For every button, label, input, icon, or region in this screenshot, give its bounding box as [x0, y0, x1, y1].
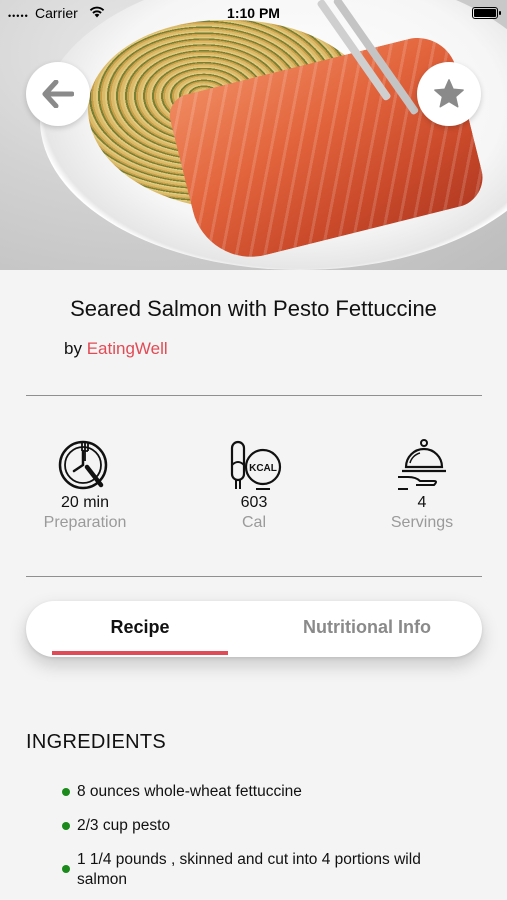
ingredients-list: 8 ounces whole-wheat fettuccine 2/3 cup …: [62, 782, 462, 900]
favorite-button[interactable]: [417, 62, 481, 126]
stat-label: Preparation: [43, 514, 127, 531]
active-tab-indicator: [52, 651, 228, 655]
stat-value: 20 min: [60, 494, 110, 511]
kcal-icon: KCAL: [230, 440, 282, 490]
back-button[interactable]: [26, 62, 90, 126]
stat-calories: KCAL 603 Cal: [184, 437, 324, 533]
author-link[interactable]: EatingWell: [87, 339, 168, 358]
stat-label: Servings: [390, 514, 454, 531]
list-item: 2/3 cup pesto: [62, 816, 462, 836]
battery-icon: [472, 7, 501, 19]
stat-label: Cal: [241, 514, 266, 531]
tab-recipe[interactable]: Recipe: [52, 601, 228, 657]
by-prefix: by: [64, 339, 82, 358]
stat-servings: 4 Servings: [352, 437, 492, 533]
status-bar: ••••• Carrier 1:10 PM: [0, 0, 507, 26]
recipe-tab-bar: Recipe Nutritional Info: [26, 601, 482, 657]
svg-text:KCAL: KCAL: [249, 463, 277, 474]
divider: [26, 395, 482, 396]
ingredient-text: 8 ounces whole-wheat fettuccine: [77, 783, 302, 800]
clock-icon: [58, 440, 108, 490]
recipe-hero-image: [0, 0, 507, 270]
list-item: 1 1/4 pounds , skinned and cut into 4 po…: [62, 850, 462, 890]
recipe-byline: by EatingWell: [64, 339, 168, 359]
recipe-title: Seared Salmon with Pesto Fettuccine: [70, 296, 437, 321]
bullet-dot: [62, 822, 70, 830]
arrow-left-icon: [42, 80, 74, 108]
ingredient-text: 1 1/4 pounds , skinned and cut into 4 po…: [77, 851, 421, 888]
status-time: 1:10 PM: [227, 5, 280, 21]
bullet-dot: [62, 788, 70, 796]
stat-value: 603: [240, 494, 268, 511]
ingredient-text: 2/3 cup pesto: [77, 817, 171, 834]
ingredients-heading: INGREDIENTS: [26, 731, 166, 753]
list-item: 8 ounces whole-wheat fettuccine: [62, 782, 462, 802]
tab-nutritional-info[interactable]: Nutritional Info: [272, 601, 462, 657]
star-icon: [434, 79, 464, 108]
stat-value: 4: [417, 494, 427, 511]
divider: [26, 576, 482, 577]
bullet-dot: [62, 865, 70, 873]
serving-cloche-icon: [398, 439, 446, 490]
stat-preparation: 20 min Preparation: [15, 437, 155, 533]
